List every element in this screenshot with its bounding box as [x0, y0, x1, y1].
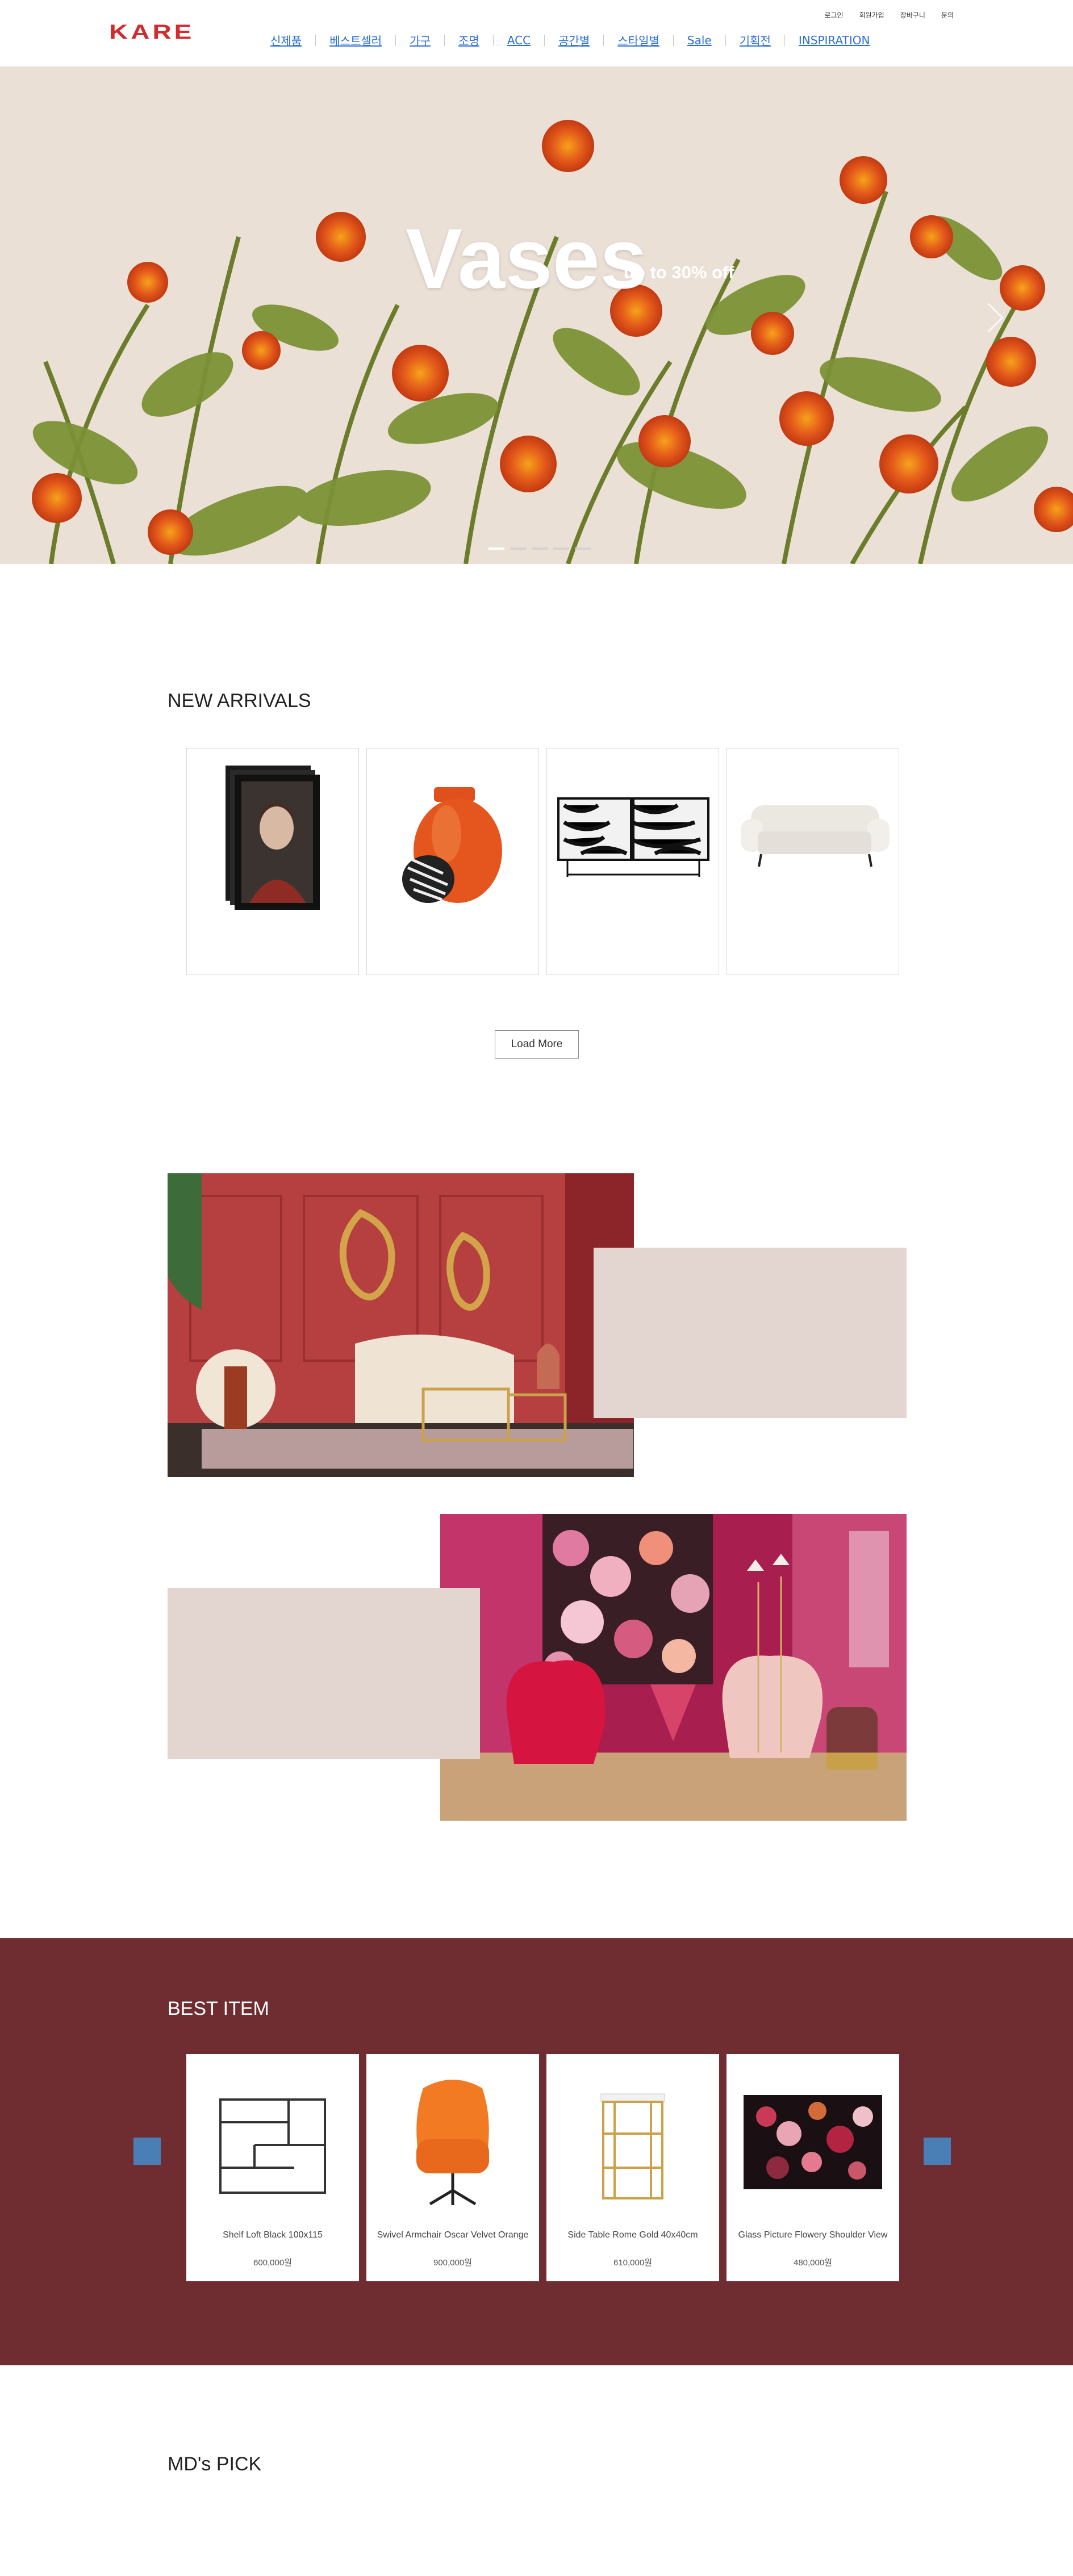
nav-inspiration[interactable]: INSPIRATION [799, 34, 870, 47]
best-item-name[interactable]: Side Table Rome Gold 40x40cm [546, 2230, 719, 2240]
best-item-price: 610,000원 [613, 2258, 653, 2268]
lifestyle-text-box-1 [594, 1248, 907, 1418]
nav-sale[interactable]: Sale [687, 34, 712, 47]
nav-lighting[interactable]: 조명 [458, 32, 479, 48]
nav-divider [492, 34, 494, 46]
hero-title: Vases [406, 211, 648, 306]
nav-by-style[interactable]: 스타일별 [617, 32, 659, 48]
hero-pagination [489, 547, 591, 550]
hero-dot-1[interactable] [489, 547, 504, 550]
hero-dot-4[interactable] [553, 547, 569, 550]
signup-link[interactable]: 회원가입 [859, 10, 884, 20]
hero-flower-image [0, 66, 1073, 564]
nav-divider [673, 34, 674, 46]
black-shelf-image [219, 2098, 326, 2194]
nav-divider [395, 34, 396, 46]
best-item-price: 900,000원 [433, 2258, 473, 2268]
red-room-image [168, 1173, 634, 1477]
hero-dot-5[interactable] [575, 547, 591, 550]
kare-logo[interactable]: KARE [109, 22, 194, 42]
portrait-painting-image [226, 766, 320, 910]
best-item-next-button[interactable] [924, 2138, 951, 2165]
best-item-name[interactable]: Shelf Loft Black 100x115 [186, 2230, 359, 2240]
hero-slider[interactable] [0, 66, 1073, 564]
nav-new-products[interactable]: 신제품 [270, 32, 302, 48]
orange-armchair-image [416, 2080, 489, 2206]
best-item-title: BEST ITEM [168, 1998, 269, 2019]
nav-divider [784, 34, 785, 46]
nav-promotions[interactable]: 기획전 [740, 32, 771, 48]
main-nav: 신제품 베스트셀러 가구 조명 ACC 공간별 스타일별 Sale 기획전 IN… [270, 32, 870, 48]
utility-menu: 로그인 회원가입 장바구니 문의 [824, 10, 954, 20]
lifestyle-text-box-2 [168, 1588, 480, 1759]
gold-side-table-image [600, 2093, 665, 2199]
best-item-name[interactable]: Glass Picture Flowery Shoulder View [727, 2230, 899, 2240]
best-item-name[interactable]: Swivel Armchair Oscar Velvet Orange [366, 2230, 539, 2240]
new-arrival-card[interactable] [186, 748, 359, 975]
contact-link[interactable]: 문의 [941, 10, 954, 20]
best-item-prev-button[interactable] [133, 2138, 161, 2165]
best-item-card[interactable]: Side Table Rome Gold 40x40cm 610,000원 [546, 2054, 719, 2281]
best-item-card[interactable]: Shelf Loft Black 100x115 600,000원 [186, 2054, 359, 2281]
hero-dot-3[interactable] [532, 547, 548, 550]
best-item-price: 600,000원 [253, 2258, 293, 2268]
best-item-card[interactable]: Glass Picture Flowery Shoulder View 480,… [727, 2054, 899, 2281]
hero-dot-2[interactable] [510, 547, 526, 550]
cart-link[interactable]: 장바구니 [900, 10, 925, 20]
nav-divider [725, 34, 726, 46]
flower-picture-image [744, 2095, 882, 2189]
nav-furniture[interactable]: 가구 [410, 32, 431, 48]
load-more-button[interactable]: Load More [495, 1030, 579, 1059]
hero-subtitle: up to 30% off [624, 262, 734, 282]
white-sofa-image [741, 805, 890, 867]
nav-bestseller[interactable]: 베스트셀러 [329, 32, 382, 48]
nav-divider [444, 34, 445, 46]
lifestyle-image-red-room[interactable] [168, 1173, 634, 1477]
lifestyle-image-pink-room[interactable] [440, 1514, 907, 1821]
mds-pick-title: MD's PICK [168, 2453, 262, 2475]
nav-divider [544, 34, 545, 46]
orange-vase-image [402, 787, 502, 903]
new-arrival-card[interactable] [366, 748, 539, 975]
new-arrival-card[interactable] [546, 748, 719, 975]
nav-divider [603, 34, 604, 46]
login-link[interactable]: 로그인 [824, 10, 843, 20]
new-arrival-card[interactable] [727, 748, 899, 975]
zebra-sideboard-image [557, 797, 709, 877]
nav-by-room[interactable]: 공간별 [558, 32, 590, 48]
nav-acc[interactable]: ACC [507, 34, 531, 47]
best-item-card[interactable]: Swivel Armchair Oscar Velvet Orange 900,… [366, 2054, 539, 2281]
best-item-price: 480,000원 [793, 2258, 833, 2268]
pink-room-image [440, 1514, 907, 1821]
new-arrivals-title: NEW ARRIVALS [168, 690, 311, 712]
nav-divider [315, 34, 316, 46]
